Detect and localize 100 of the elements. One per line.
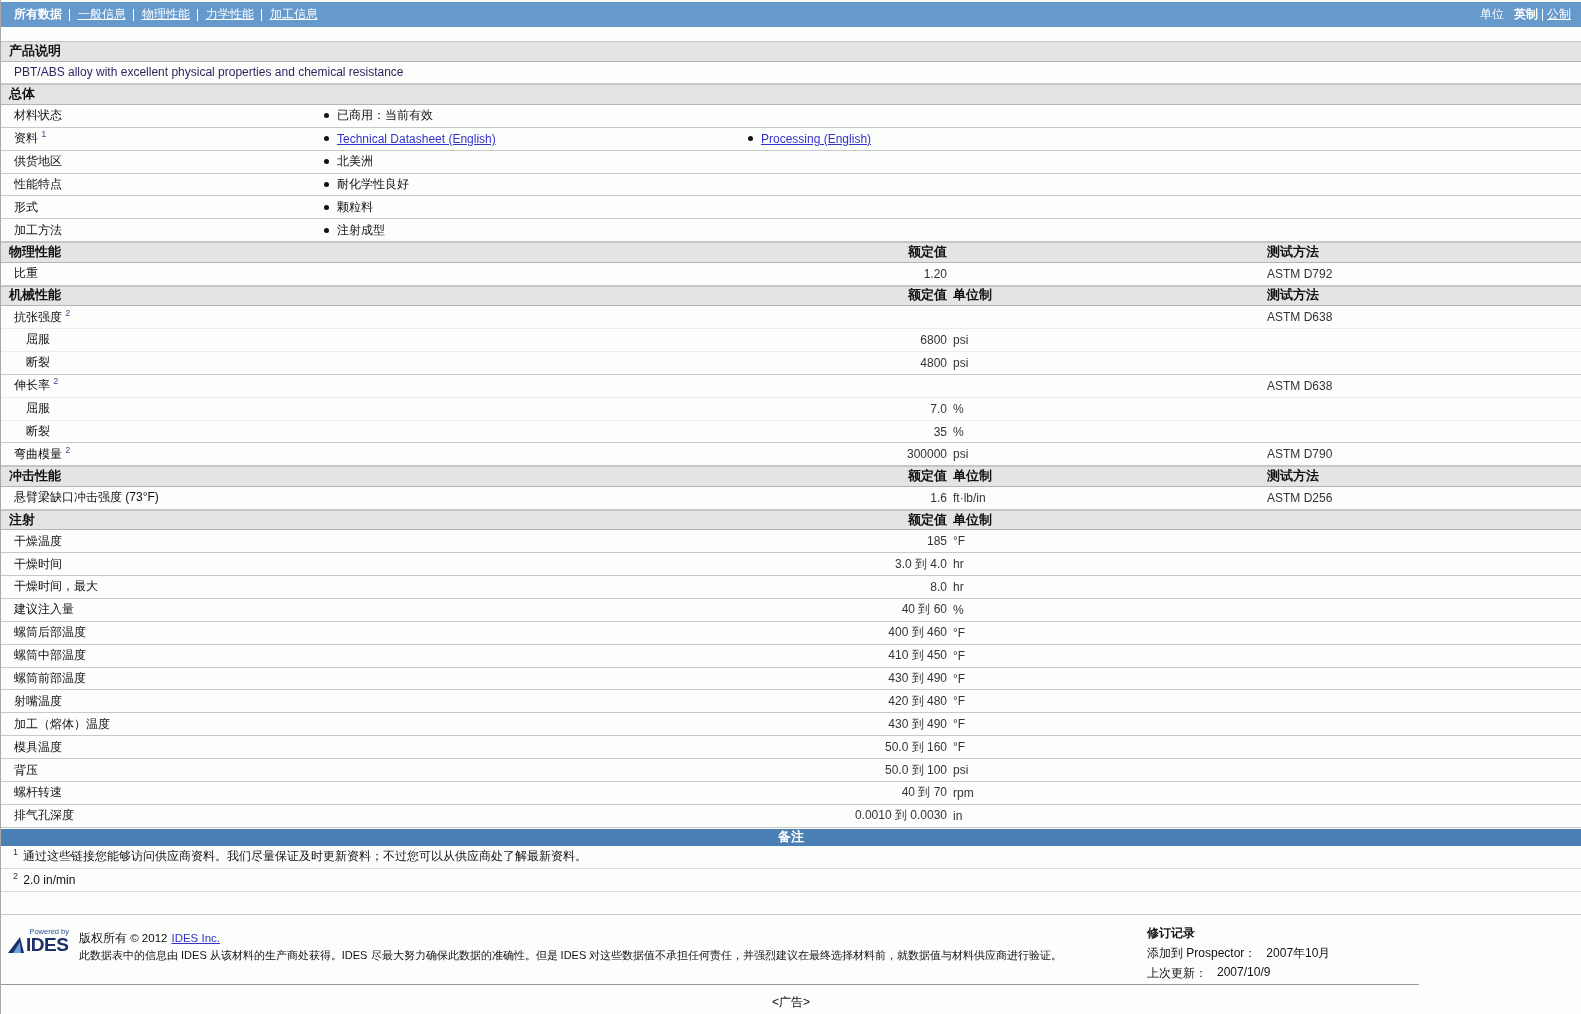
product-description: PBT/ABS alloy with excellent physical properties and chemical resistance: [13, 65, 405, 80]
property-value: 耐化学性良好: [337, 176, 409, 193]
property-value: 35: [933, 424, 947, 439]
datasheet-link[interactable]: Technical Datasheet (English): [337, 131, 496, 146]
column-heading: 额定值: [908, 244, 947, 261]
property-value: 1.6: [930, 490, 947, 505]
company-link[interactable]: IDES Inc.: [171, 931, 221, 944]
revision-value: 2007年10月: [1266, 944, 1331, 962]
column-heading: 测试方法: [1267, 287, 1319, 305]
property-value: 50.0 到 100: [884, 761, 947, 779]
unit-label: %: [953, 401, 964, 416]
triangle-icon: [7, 935, 25, 954]
logo-text: IDES: [26, 935, 69, 954]
section-title: 总体: [7, 86, 35, 104]
property-value: 颗粒料: [337, 198, 373, 216]
bullet-icon: [324, 204, 329, 210]
bullet-icon: [324, 113, 329, 119]
unit-label: °F: [953, 694, 966, 709]
property-value: 4800: [920, 355, 947, 370]
test-method: ASTM D792: [1267, 266, 1333, 281]
property-value: 7.0: [930, 401, 947, 416]
property-label: 射嘴温度: [13, 692, 62, 710]
property-value: 6800: [920, 332, 947, 347]
property-value: 0.0010 到 0.0030: [854, 807, 947, 825]
unit-label: ft·lb/in: [953, 490, 986, 505]
column-heading: 额定值: [908, 511, 947, 529]
unit-label: °F: [953, 648, 966, 663]
datasheet-link[interactable]: Processing (English): [761, 131, 872, 146]
unit-label: hr: [953, 557, 964, 572]
property-value: 185: [926, 534, 947, 549]
unit-label: hr: [953, 579, 964, 594]
property-value: 北美洲: [337, 153, 373, 171]
property-label: 螺筒后部温度: [13, 624, 86, 642]
property-label: 螺筒中部温度: [13, 647, 86, 665]
property-label: 性能特点: [13, 176, 62, 193]
section-title: 物理性能: [8, 244, 61, 261]
footnote-text: $^{1}$ 通过这些链接您能够访问供应商资料。我们尽量保证及时更新资料；不过您可以从供应商处了解最新资料。: [13, 848, 588, 866]
property-label: 螺筒前部温度: [13, 670, 86, 688]
property-value: 40 到 60: [901, 601, 947, 619]
property-label: 资料 $^{1}$: [13, 130, 47, 148]
unit-label: psi: [953, 447, 969, 462]
column-heading: 额定值: [908, 287, 947, 305]
section-title: 机械性能: [7, 287, 61, 305]
column-heading: 测试方法: [1267, 244, 1319, 261]
ad-label: <广告>: [772, 993, 810, 1011]
property-label: 背压: [13, 761, 38, 779]
column-heading: 测试方法: [1267, 468, 1319, 486]
column-heading: 单位制: [953, 287, 992, 305]
revision-value: 2007/10/9: [1217, 964, 1271, 981]
column-heading: 单位制: [953, 511, 992, 529]
nav-tab[interactable]: 物理性能: [134, 6, 197, 23]
section-title: 注射: [8, 511, 35, 529]
property-value: 3.0 到 4.0: [894, 555, 947, 573]
property-label: 干燥时间: [13, 555, 62, 573]
notes-title: 备注: [778, 828, 804, 847]
section-title: 冲击性能: [8, 468, 61, 486]
property-label: 排气孔深度: [13, 807, 74, 825]
footnote-text: $^{2}$ 2.0 in/min: [13, 872, 76, 887]
unit-label: psi: [953, 332, 969, 347]
unit-label: psi: [953, 355, 969, 370]
test-method: ASTM D638: [1267, 378, 1333, 393]
property-value: 1.20: [923, 266, 947, 281]
property-value: 420 到 480: [888, 692, 947, 710]
unit-label: °F: [953, 740, 966, 755]
bullet-icon: [324, 136, 329, 142]
section-title: 产品说明: [8, 42, 61, 60]
property-value: 430 到 490: [888, 715, 947, 733]
unit-label: °F: [953, 534, 966, 549]
property-label: 建议注入量: [13, 601, 74, 619]
disclaimer-text: 此数据表中的信息由 IDES 从该材料的生产商处获得。IDES 尽最大努力确保此数据的准确性。但是 IDES 对这些数据值不承担任何责任，并强烈建议在最终选择材料前，就数据值与材料供应商进行验证。: [79, 947, 1064, 963]
unit-system-option[interactable]: 公制: [1543, 6, 1575, 23]
test-method: ASTM D256: [1267, 490, 1333, 505]
property-label: 断裂: [25, 354, 50, 372]
property-label: 螺杆转速: [13, 784, 62, 802]
property-label: 伸长率 $^{2}$: [13, 377, 59, 395]
bullet-icon: [324, 159, 329, 165]
nav-tab[interactable]: 一般信息: [70, 6, 133, 23]
property-label: 供货地区: [13, 153, 62, 171]
property-label: 弯曲模量 $^{2}$: [13, 445, 71, 463]
property-label: 材料状态: [13, 107, 62, 125]
property-value: 注射成型: [337, 221, 385, 239]
unit-label: °F: [953, 671, 966, 686]
property-label: 悬臂梁缺口冲击强度 (73°F): [13, 489, 159, 507]
unit-system-option[interactable]: 英制: [1510, 6, 1542, 23]
unit-label: in: [953, 808, 963, 823]
bullet-icon: [324, 182, 329, 187]
nav-tab[interactable]: 力学性能: [198, 6, 261, 23]
property-label: 屈服: [25, 331, 50, 349]
property-label: 比重: [13, 265, 38, 283]
nav-tab[interactable]: 所有数据: [6, 6, 69, 23]
nav-tab[interactable]: 加工信息: [262, 6, 325, 23]
property-label: 加工（熔体）温度: [13, 715, 110, 733]
property-value: 410 到 450: [888, 647, 947, 665]
bullet-icon: [324, 227, 329, 233]
copyright-text: 版权所有 © 2012 IDES Inc.: [79, 930, 222, 946]
property-label: 模具温度: [13, 738, 62, 756]
property-value: 430 到 490: [888, 670, 947, 688]
unit-label: °F: [953, 717, 966, 732]
revision-title: 修订记录: [1147, 924, 1196, 942]
property-label: 屈服: [25, 400, 50, 418]
